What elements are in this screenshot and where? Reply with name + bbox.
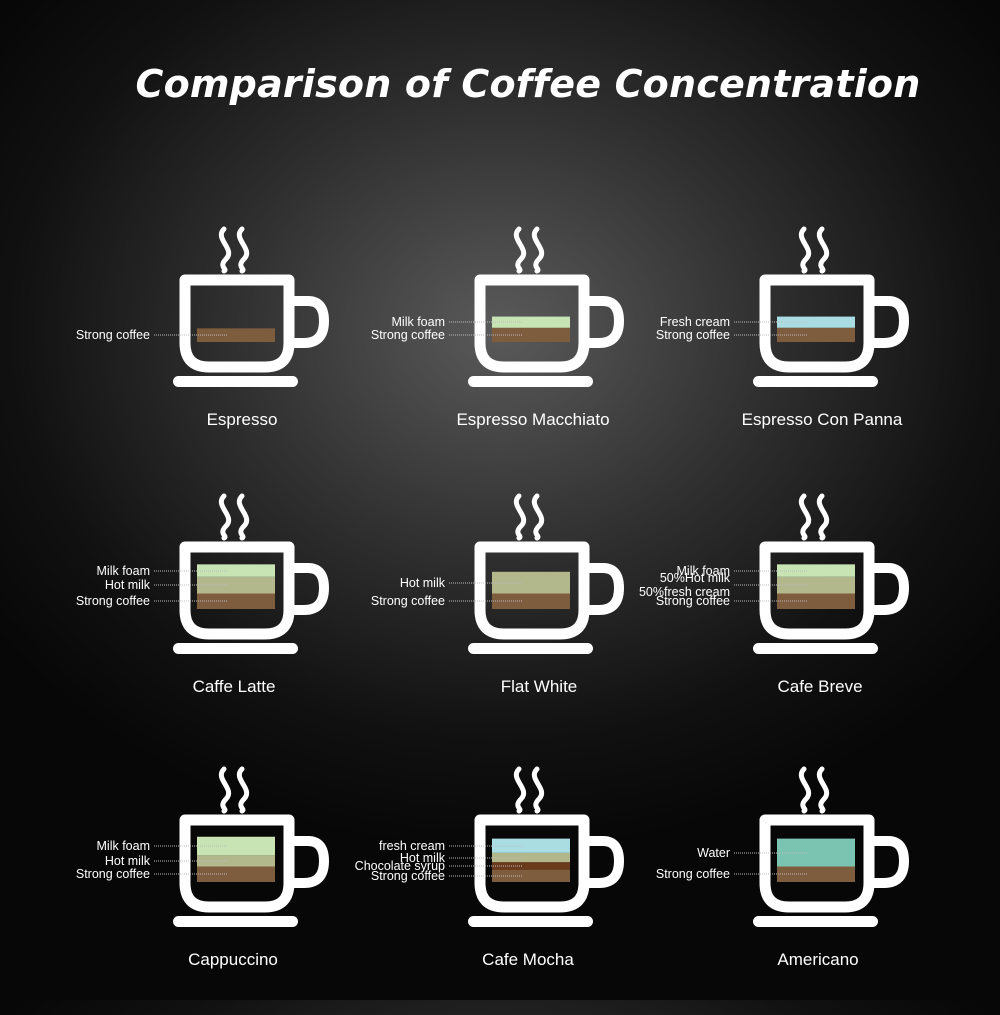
layer-label: Strong coffee [655,867,730,882]
leader-line [734,321,807,323]
leader-line [734,570,807,572]
drink-name: Cafe Breve [777,677,863,696]
steam-icon [514,226,544,274]
saucer [753,643,878,654]
leader-line [734,584,807,586]
layer-label: Fresh cream [659,315,730,330]
leader-line [734,873,807,875]
leader-line [449,875,522,877]
leader-line [154,845,227,847]
layer-label: Water [697,845,730,860]
leader-line [734,334,807,336]
saucer [468,376,593,387]
drink-card-caffe-latte: Strong coffee Hot milk Milk foam Caffe Latt… [76,492,410,742]
drink-card-cappuccino: Strong coffee Hot milk Milk foam Cappuccino [76,765,410,1015]
leader-line [154,570,227,572]
drink-card-espresso-con-panna: Strong coffee Fresh cream Espresso Con Pan… [656,225,990,475]
steam-icon [219,226,249,274]
layer-label: Milk foam [96,563,150,578]
drink-card-cafe-breve: Strong coffee 50%Hot milk 50%fresh cream M… [639,492,990,742]
page-title: Comparison of Coffee Concentration [135,62,921,106]
saucer [753,376,878,387]
steam-icon [799,226,829,274]
leader-line [449,321,522,323]
drink-name: Espresso [206,410,278,429]
layer-label: Hot milk [104,578,150,593]
leader-line [154,873,227,875]
leader-line [154,584,227,586]
leader-line [449,857,522,858]
drink-card-espresso: Strong coffee Espresso [76,225,410,475]
layer-label: Strong coffee [75,328,150,343]
drink-card-americano: Strong coffee Water Americano [656,765,990,1015]
layer-label: Hot milk [399,575,445,590]
steam-icon [219,493,249,541]
layer-label: Strong coffee [370,594,445,609]
saucer [173,916,298,927]
drink-name: Cafe Mocha [482,950,574,969]
steam-icon [799,766,829,814]
drink-name: Espresso Macchiato [456,410,610,429]
leader-line [154,860,227,862]
drink-name: Flat White [500,677,578,696]
cup-handle [584,836,625,888]
leader-line [449,334,522,336]
leader-line [449,600,522,602]
layer-label: Milk foam [96,839,150,854]
saucer [468,916,593,927]
cup-body [179,274,295,373]
saucer [468,643,593,654]
leader-line [154,334,227,336]
drink-name: Americano [777,950,859,969]
leader-line [154,600,227,602]
leader-line [734,600,807,602]
saucer [753,916,878,927]
steam-icon [514,766,544,814]
cup-handle [289,836,330,888]
cup-handle [584,296,625,348]
leader-line [449,865,522,867]
cup-handle [289,563,330,615]
drink-name: Caffe Latte [192,677,276,696]
cup-handle [869,296,910,348]
drink-card-espresso-macchiato: Strong coffee Milk foam Espresso Macchiato [371,225,705,475]
steam-icon [514,493,544,541]
layer-label: Strong coffee [75,867,150,882]
cup-handle [869,563,910,615]
cup-handle [869,836,910,888]
layer-label: Milk foam [391,315,445,330]
layer-label: Strong coffee [655,327,730,342]
layer-label: fresh cream [379,838,445,853]
leader-line [449,845,522,847]
drink-name: Espresso Con Panna [741,410,903,429]
saucer [173,376,298,387]
layer-label: Strong coffee [370,327,445,342]
layer-label: Milk foam [676,563,730,578]
layer-label: Strong coffee [75,594,150,609]
drink-name: Cappuccino [188,950,278,969]
saucer [173,643,298,654]
leader-line [734,852,807,854]
steam-icon [799,493,829,541]
layer-label: Hot milk [104,853,150,868]
steam-icon [219,766,249,814]
leader-line [449,582,522,584]
drink-card-cafe-mocha: Strong coffee Chocolate syrup Hot milk fres… [355,765,705,1015]
drink-card-flat-white: Strong coffee Hot milk Flat White [371,492,705,742]
cup-handle [584,563,625,615]
cup-handle [289,296,330,348]
